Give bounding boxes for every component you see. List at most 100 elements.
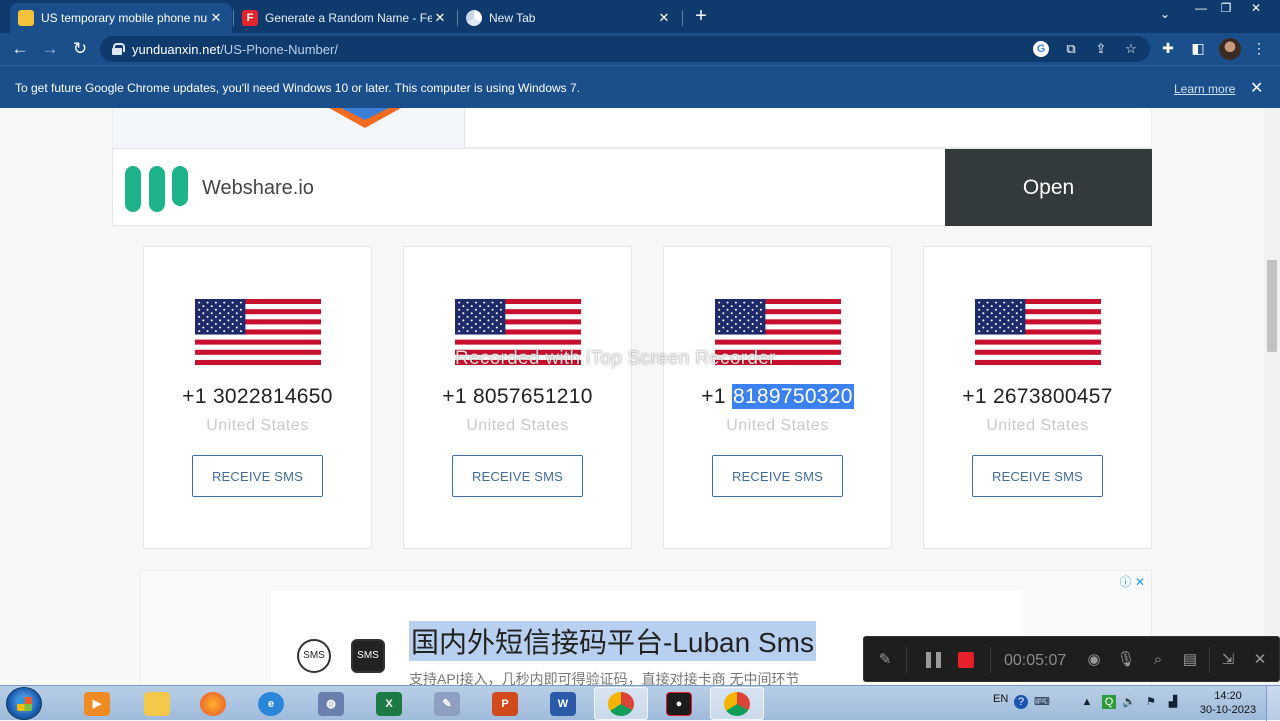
restore-button[interactable]: ❐: [1211, 0, 1241, 17]
q-app-icon[interactable]: Q: [1102, 695, 1116, 709]
paint-icon[interactable]: ✎: [420, 687, 474, 720]
extensions-puzzle-icon[interactable]: ✚: [1159, 39, 1177, 57]
webshare-ad[interactable]: Webshare.io Open: [112, 148, 1152, 226]
receive-sms-button[interactable]: RECEIVE SMS: [712, 455, 843, 497]
excel-icon[interactable]: X: [362, 687, 416, 720]
page-scrollbar[interactable]: [1264, 108, 1280, 685]
ad-image: [113, 108, 465, 148]
share-icon[interactable]: ⇪: [1093, 41, 1109, 57]
chevron-down-icon[interactable]: ⌄: [1160, 7, 1170, 21]
profile-avatar[interactable]: [1219, 38, 1241, 60]
address-bar[interactable]: yunduanxin.net/US-Phone-Number/ G ⧉ ⇪ ☆: [100, 36, 1150, 62]
country-label: United States: [206, 417, 309, 434]
start-button[interactable]: [6, 687, 42, 720]
number-digits: 8057651210: [472, 385, 593, 408]
tab-title: New Tab: [489, 11, 536, 25]
flag-icon[interactable]: ⚑: [1144, 695, 1158, 709]
bookmark-star-icon[interactable]: ☆: [1123, 41, 1139, 57]
phone-card: +1 8057651210 United States RECEIVE SMS: [403, 246, 632, 549]
media-app-icon[interactable]: ◍: [304, 687, 358, 720]
internet-explorer-icon[interactable]: e: [244, 687, 298, 720]
phone-card: +1 3022814650 United States RECEIVE SMS: [143, 246, 372, 549]
close-icon[interactable]: ✕: [208, 10, 224, 26]
tab-title: US temporary mobile phone num: [41, 11, 208, 25]
clock-time: 14:20: [1214, 690, 1242, 702]
reload-icon[interactable]: ↻: [69, 38, 91, 60]
infobar-message: To get future Google Chrome updates, you…: [15, 81, 581, 95]
phone-number[interactable]: +1 8189750320: [664, 384, 891, 409]
number-digits: 2673800457: [992, 385, 1113, 408]
show-desktop-button[interactable]: [1266, 686, 1280, 721]
menu-dots-icon[interactable]: ⋮: [1250, 39, 1268, 57]
divider: [990, 647, 991, 673]
tab-random-name[interactable]: F Generate a Random Name - Fem ✕: [234, 3, 456, 33]
phone-sms-icon: SMS: [351, 639, 385, 673]
page-content: Webshare.io Open +1 3022814650 United St…: [0, 108, 1264, 685]
clock[interactable]: 14:20 30-10-2023: [1198, 689, 1258, 717]
translate-icon[interactable]: ⧉: [1063, 41, 1079, 57]
open-button[interactable]: Open: [945, 149, 1152, 226]
media-player-icon[interactable]: ▶: [70, 687, 124, 720]
camera-icon[interactable]: ◉: [1084, 650, 1104, 670]
zoom-icon[interactable]: ⌕: [1148, 650, 1168, 670]
phone-number[interactable]: +1 8057651210: [404, 385, 631, 409]
close-icon[interactable]: ✕: [656, 10, 672, 26]
tray-expand-icon[interactable]: ▲: [1080, 695, 1094, 709]
recorder-watermark: Recorded with iTop Screen Recorder: [455, 348, 776, 369]
top-ad-banner[interactable]: [112, 108, 1152, 148]
close-icon[interactable]: ✕: [432, 10, 448, 26]
divider: [906, 647, 907, 673]
webshare-logo-icon: [125, 166, 188, 212]
help-icon[interactable]: ?: [1014, 695, 1028, 709]
minimize-panel-icon[interactable]: ⇲: [1218, 650, 1238, 670]
speaker-icon[interactable]: 🔊: [1122, 695, 1136, 709]
update-infobar: To get future Google Chrome updates, you…: [0, 65, 1280, 108]
itop-recorder-icon[interactable]: ●: [652, 687, 706, 720]
lock-icon[interactable]: [112, 43, 125, 55]
url-host: yunduanxin.net: [132, 41, 221, 57]
clock-date: 30-10-2023: [1199, 704, 1257, 716]
keyboard-icon[interactable]: ⌨: [1034, 695, 1050, 709]
chrome-icon: [466, 10, 482, 26]
close-icon[interactable]: ✕: [1250, 650, 1270, 670]
scrollbar-thumb[interactable]: [1267, 260, 1277, 352]
side-panel-icon[interactable]: ◧: [1189, 39, 1207, 57]
caption-icon[interactable]: ▤: [1180, 650, 1200, 670]
chrome-taskbar-icon[interactable]: [594, 687, 648, 720]
url-text[interactable]: yunduanxin.net/US-Phone-Number/: [132, 42, 338, 57]
google-icon[interactable]: G: [1033, 41, 1049, 57]
powerpoint-icon[interactable]: P: [478, 687, 532, 720]
forward-arrow-icon[interactable]: →: [39, 38, 61, 60]
ad-choices-icon[interactable]: ⓘ ✕: [1120, 573, 1145, 590]
ad-title: 国内外短信接码平台-Luban Sms: [409, 621, 816, 661]
receive-sms-button[interactable]: RECEIVE SMS: [452, 455, 583, 497]
language-indicator[interactable]: EN: [993, 693, 1008, 705]
network-icon[interactable]: ▟: [1166, 695, 1180, 709]
mic-muted-icon[interactable]: 🎙: [1116, 650, 1136, 670]
phone-card: +1 8189750320 United States RECEIVE SMS: [663, 246, 892, 549]
number-digits: 3022814650: [212, 385, 333, 408]
pause-icon[interactable]: [926, 652, 942, 668]
window-close-button[interactable]: ✕: [1241, 0, 1271, 17]
receive-sms-button[interactable]: RECEIVE SMS: [972, 455, 1103, 497]
close-icon[interactable]: ✕: [1250, 78, 1263, 98]
pen-icon[interactable]: ✎: [875, 650, 895, 670]
back-arrow-icon[interactable]: ←: [9, 38, 31, 60]
phone-number[interactable]: +1 2673800457: [924, 385, 1151, 409]
tab-new-tab[interactable]: New Tab ✕: [458, 3, 680, 33]
chrome-taskbar-icon[interactable]: [710, 687, 764, 720]
tab-separator: [682, 10, 683, 26]
recording-time: 00:05:07: [1004, 652, 1067, 669]
new-tab-button[interactable]: +: [692, 6, 710, 26]
stop-record-button[interactable]: [958, 652, 974, 668]
phone-number[interactable]: +1 3022814650: [144, 385, 371, 409]
tab-us-phone[interactable]: US temporary mobile phone num ✕: [10, 3, 232, 33]
file-explorer-icon[interactable]: [130, 687, 184, 720]
word-icon[interactable]: W: [536, 687, 590, 720]
learn-more-link[interactable]: Learn more: [1174, 82, 1235, 96]
country-label: United States: [986, 417, 1089, 434]
firefox-icon[interactable]: [186, 687, 240, 720]
taskbar: ▶ e ◍ X ✎ P W ● EN ? ⌨ ▲ Q 🔊 ⚑ ▟ 14:20 3…: [0, 685, 1280, 721]
yellow-square-icon: [18, 10, 34, 26]
receive-sms-button[interactable]: RECEIVE SMS: [192, 455, 323, 497]
